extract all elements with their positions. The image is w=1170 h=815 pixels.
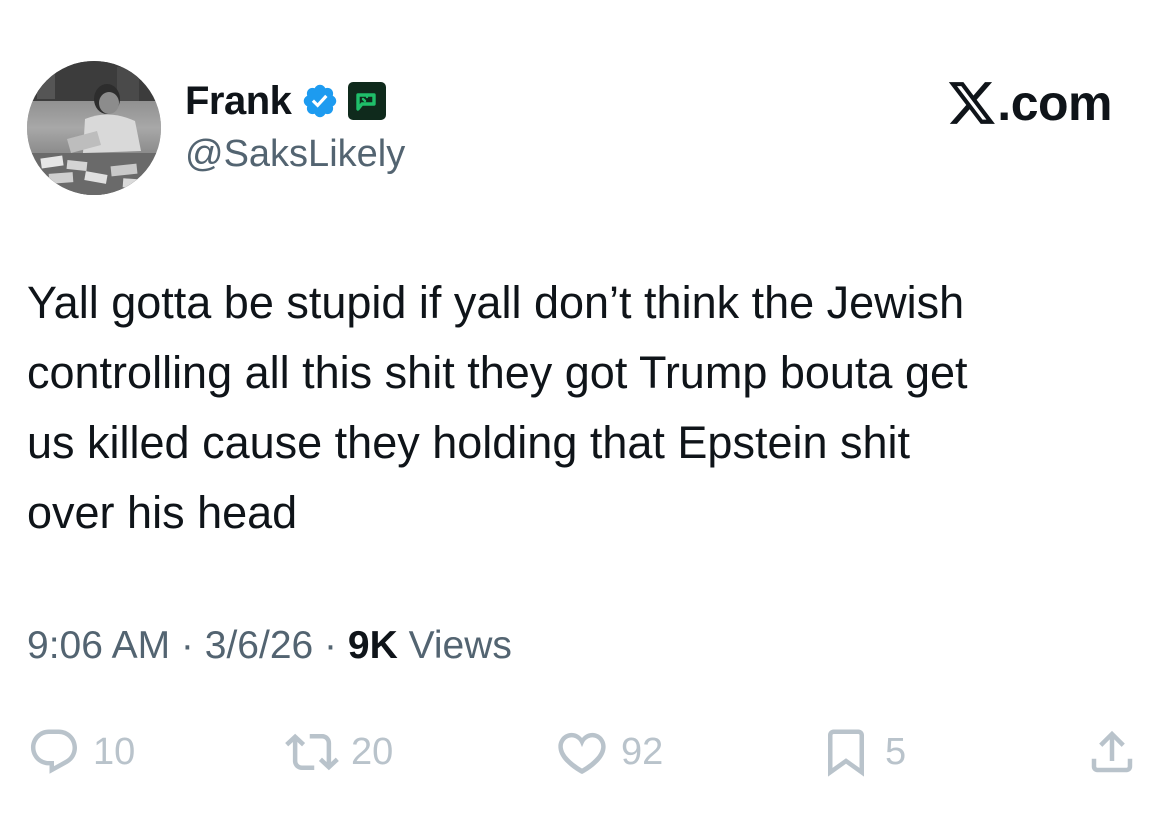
like-button[interactable]: 92 [555, 724, 663, 780]
profile-photo [27, 61, 161, 195]
reply-button[interactable]: 10 [27, 724, 135, 780]
tweet-text: Yall gotta be stupid if yall don’t think… [27, 277, 968, 538]
x-logo-icon [949, 82, 996, 124]
like-count: 92 [621, 730, 664, 773]
green-badge-icon [348, 82, 387, 120]
views-label: Views [397, 624, 512, 667]
author-name-row[interactable]: Frank [185, 76, 387, 126]
tweet-time[interactable]: 9:06 AM [27, 624, 170, 668]
meta-separator: · [313, 624, 348, 667]
bookmark-icon [828, 729, 864, 777]
avatar[interactable] [27, 61, 161, 195]
repost-button[interactable]: 20 [285, 724, 393, 780]
reply-count: 10 [93, 730, 136, 773]
heart-icon [558, 732, 606, 775]
repost-icon [285, 733, 339, 771]
site-name: .com [997, 75, 1112, 131]
display-name[interactable]: Frank [185, 79, 292, 124]
tweet-meta: 9:06 AM · 3/6/26 · 9K Views [27, 624, 512, 668]
bookmark-count: 5 [885, 730, 907, 773]
site-logo: .com [947, 74, 1112, 132]
verified-badge-icon [304, 84, 337, 118]
meta-separator: · [170, 624, 205, 667]
views-count: 9K [347, 624, 398, 667]
tweet-date[interactable]: 3/6/26 [205, 624, 313, 668]
share-icon [1091, 730, 1133, 773]
reply-icon [30, 729, 78, 774]
author-handle[interactable]: @SaksLikely [185, 133, 405, 176]
repost-count: 20 [351, 730, 394, 773]
action-bar: 10 20 92 5 [27, 724, 1143, 780]
share-button[interactable] [1085, 724, 1139, 780]
bookmark-button[interactable]: 5 [819, 724, 906, 780]
